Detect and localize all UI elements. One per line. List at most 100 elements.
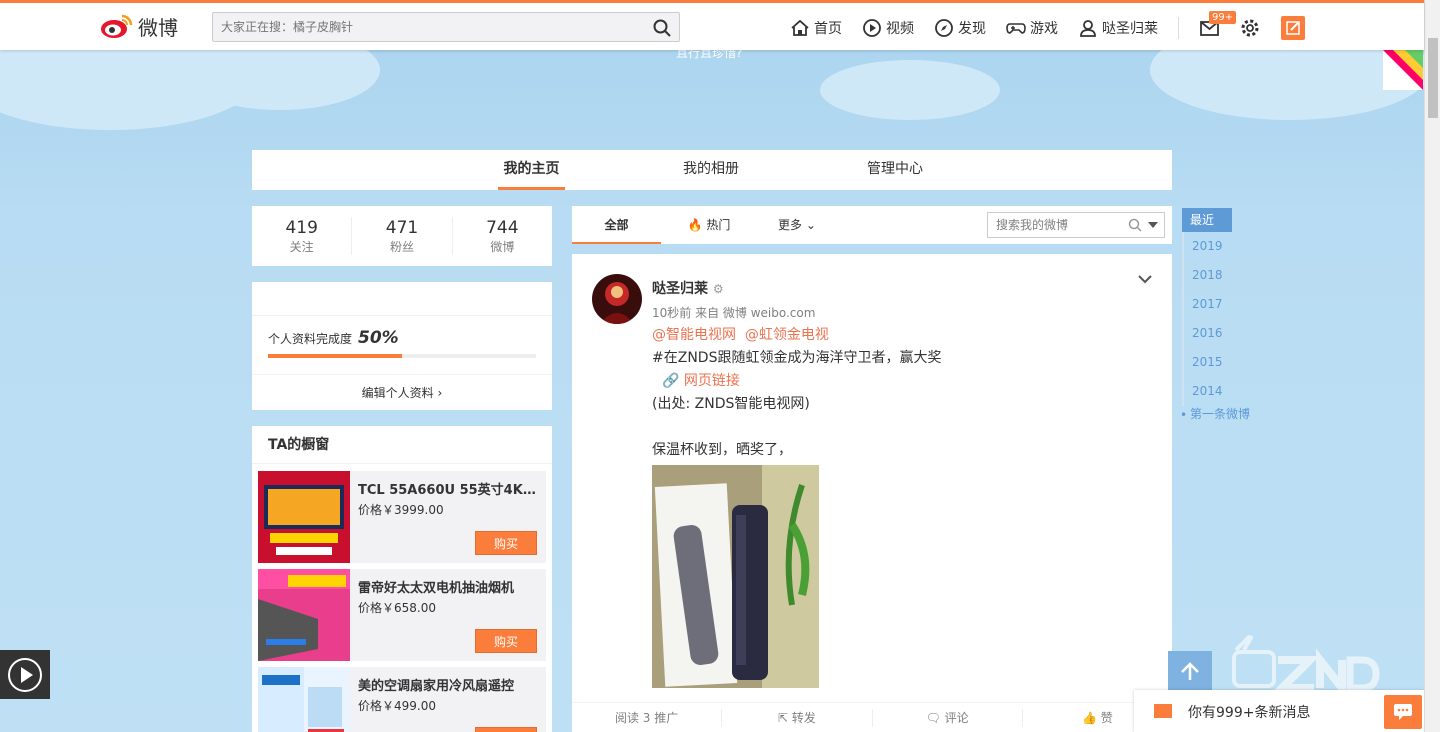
feed-tab-all[interactable]: 全部	[572, 206, 661, 244]
repost-icon: ⇱	[777, 710, 792, 725]
feed-search-placeholder: 搜索我的微博	[996, 218, 1069, 232]
stat-following-count: 419	[285, 218, 318, 238]
chevron-down-icon[interactable]	[1138, 274, 1152, 284]
product-image	[258, 569, 350, 661]
nav-user-profile[interactable]: 哒圣归莱	[1078, 15, 1158, 41]
home-icon	[791, 19, 809, 36]
feed-tab-more[interactable]: 更多 ⌄	[772, 206, 822, 244]
feed-tab-hot[interactable]: 🔥 热门	[684, 206, 734, 244]
corner-decoration[interactable]	[1383, 50, 1423, 90]
repost-label: 转发	[791, 710, 816, 725]
message-notification-bar[interactable]: 你有999+条新消息	[1134, 690, 1424, 732]
chat-button[interactable]	[1384, 695, 1422, 729]
timeline-first-label: 第一条微博	[1190, 407, 1251, 421]
product-title[interactable]: 美的空调扇家用冷风扇遥控	[358, 675, 540, 694]
search-icon[interactable]	[653, 19, 671, 37]
post-mentions: @智能电视网 @虹领金电视	[652, 324, 1152, 347]
edit-profile-label: 编辑个人资料	[361, 386, 434, 400]
post-body: @智能电视网 @虹领金电视 #在ZNDS跟随虹领金成为海洋守卫者，赢大奖 🔗 网…	[652, 324, 1152, 462]
profile-stats: 419 关注 471 粉丝 744 微博	[252, 206, 552, 266]
post-meta: 10秒前 来自 微博 weibo.com	[652, 306, 816, 320]
mention-link[interactable]: @智能电视网	[652, 327, 736, 343]
nav-video[interactable]: 视频	[862, 15, 914, 41]
back-to-top-button[interactable]	[1168, 651, 1212, 693]
stat-followers-count: 471	[385, 218, 419, 238]
buy-button[interactable]: 购买	[475, 629, 537, 653]
timeline-year[interactable]: 2014	[1182, 377, 1262, 406]
completeness-row: 个人资料完成度 50%	[268, 328, 399, 348]
messages-button[interactable]: 99+	[1199, 11, 1237, 39]
product-item[interactable]: TCL 55A660U 55英寸4K超高清 价格￥3999.00 购买	[258, 471, 546, 563]
search-input[interactable]	[221, 13, 641, 41]
timeline-year[interactable]: 2019	[1182, 232, 1262, 261]
stat-followers[interactable]: 471 粉丝	[352, 217, 453, 255]
message-badge: 99+	[1209, 11, 1237, 24]
nav-home[interactable]: 首页	[790, 15, 842, 41]
compose-button[interactable]	[1281, 16, 1305, 40]
play-icon	[8, 657, 42, 692]
mention-link[interactable]: @虹领金电视	[745, 327, 829, 343]
buy-button[interactable]: 购买	[475, 531, 537, 555]
nav-divider	[1178, 17, 1179, 39]
caret-down-icon[interactable]	[1148, 222, 1158, 230]
completeness-percent: 50%	[358, 328, 399, 348]
gear-icon[interactable]	[1239, 17, 1261, 39]
fire-icon: 🔥	[687, 218, 703, 232]
tab-manage-center[interactable]: 管理中心	[862, 150, 928, 190]
video-play-widget[interactable]	[0, 650, 50, 699]
timeline-first-post[interactable]: • 第一条微博	[1180, 406, 1262, 422]
nav-discover-label: 发现	[958, 21, 986, 37]
weibo-logo[interactable]: 微博	[100, 11, 178, 41]
post-text: #在ZNDS跟随虹领金成为海洋守卫者，赢大奖	[652, 350, 942, 366]
timeline-year[interactable]: 2016	[1182, 319, 1262, 348]
feed-tab-more-label: 更多	[778, 218, 803, 232]
product-title[interactable]: TCL 55A660U 55英寸4K超高清	[358, 479, 540, 498]
edit-profile-link[interactable]: 编辑个人资料 ›	[252, 374, 552, 410]
post-author[interactable]: 哒圣归莱 ⚙	[652, 278, 724, 298]
search-icon[interactable]	[1128, 218, 1142, 232]
post-text-2: 保温杯收到，晒奖了，	[652, 442, 792, 458]
post-actions: 阅读 3 推广 ⇱ 转发 🗨 评论 👍 赞	[572, 702, 1172, 732]
shop-title: TA的橱窗	[252, 426, 552, 464]
arrow-up-icon	[1181, 662, 1199, 680]
stat-posts[interactable]: 744 微博	[453, 217, 552, 255]
chevron-right-icon: ›	[437, 386, 443, 400]
pencil-icon	[1286, 21, 1300, 35]
product-price: 价格￥658.00	[358, 601, 436, 615]
top-navigation-bar: 微博 首页 视频 发现 游戏 哒圣归莱 99+	[0, 0, 1424, 50]
nav-discover[interactable]: 发现	[934, 15, 986, 41]
post-photo[interactable]	[652, 465, 819, 688]
avatar-image	[592, 274, 642, 324]
timeline-recent[interactable]: 最近	[1182, 208, 1232, 232]
nav-games[interactable]: 游戏	[1006, 15, 1058, 41]
feed-search-box[interactable]: 搜索我的微博	[987, 212, 1165, 238]
product-item[interactable]: 美的空调扇家用冷风扇遥控 价格￥499.00 购买	[258, 667, 546, 732]
nav-video-label: 视频	[886, 21, 914, 37]
post-source: (出处: ZNDS智能电视网)	[652, 396, 810, 412]
timeline-year[interactable]: 2018	[1182, 261, 1262, 290]
comment-button[interactable]: 🗨 评论	[873, 708, 1023, 727]
robot-badge-icon: ⚙	[712, 282, 724, 296]
timeline-year[interactable]: 2017	[1182, 290, 1262, 319]
completeness-progress-bar	[268, 354, 536, 358]
product-item[interactable]: 雷帝好太太双电机抽油烟机 价格￥658.00 购买	[258, 569, 546, 661]
post-author-name: 哒圣归莱	[652, 281, 708, 297]
card-header	[252, 282, 552, 316]
weibo-eye-icon	[101, 14, 133, 38]
global-search-box[interactable]	[212, 12, 680, 42]
scrollbar-thumb[interactable]	[1428, 38, 1438, 118]
read-promote-action[interactable]: 阅读 3 推广	[572, 708, 723, 727]
page-scrollbar[interactable]	[1424, 0, 1440, 732]
main-nav: 首页 视频 发现 游戏 哒圣归莱 99+	[790, 11, 1305, 41]
avatar[interactable]	[592, 274, 642, 324]
stat-following[interactable]: 419 关注	[252, 217, 353, 255]
stat-followers-label: 粉丝	[389, 240, 414, 254]
tab-my-album[interactable]: 我的相册	[678, 150, 744, 190]
dot-icon: •	[1180, 408, 1188, 422]
product-title[interactable]: 雷帝好太太双电机抽油烟机	[358, 577, 540, 596]
timeline-year[interactable]: 2015	[1182, 348, 1262, 377]
tab-my-home[interactable]: 我的主页	[498, 150, 565, 190]
web-link[interactable]: 🔗 网页链接	[652, 370, 1152, 393]
buy-button[interactable]: 购买	[475, 727, 537, 732]
repost-button[interactable]: ⇱ 转发	[722, 708, 873, 727]
